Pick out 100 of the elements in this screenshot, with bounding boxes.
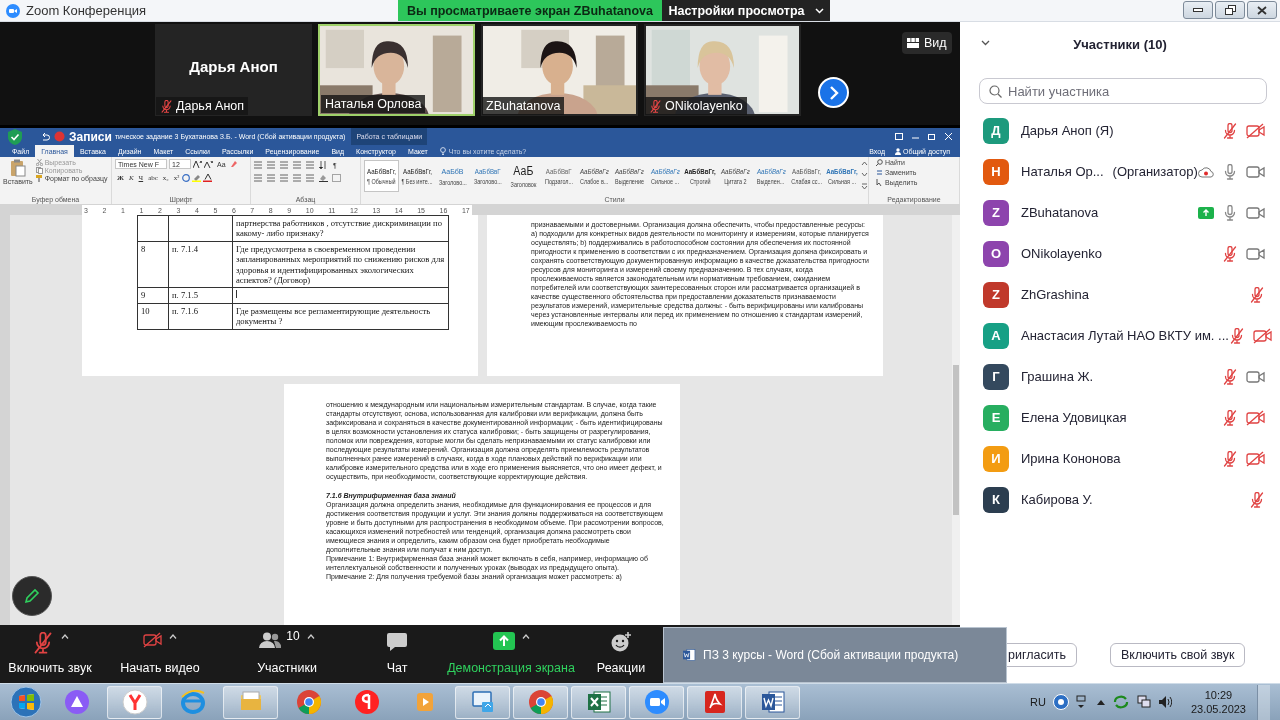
view-button[interactable]: Вид	[902, 32, 952, 54]
avatar: Н	[983, 158, 1009, 185]
name-label: ZBuhatanova	[482, 97, 565, 115]
highlighter-icon	[192, 174, 203, 182]
participant-row[interactable]: O ONikolayenko	[960, 233, 1280, 274]
multilevel-list-icon	[280, 161, 289, 169]
avatar: Z	[983, 281, 1009, 308]
language-indicator[interactable]: RU	[1030, 696, 1046, 708]
shield-icon	[8, 128, 22, 145]
avatar: Г	[983, 363, 1009, 390]
toolbar-button[interactable]: Начать видео	[100, 625, 220, 683]
avatar: Z	[983, 199, 1009, 226]
search-icon	[876, 159, 883, 166]
participant-name: Анастасия Лутай НАО ВКТУ им. ...	[1021, 328, 1229, 343]
keyboard-layout-icon	[1075, 695, 1086, 709]
ribbon-options-icon	[895, 133, 903, 140]
taskbar-button[interactable]	[629, 685, 684, 719]
participant-name: Кабирова У.	[1021, 492, 1093, 507]
chevron-down-icon	[814, 7, 824, 14]
increase-indent-icon	[306, 161, 315, 169]
participant-name: ZhGrashina	[1021, 287, 1089, 302]
toolbar-button[interactable]: Включить звук	[0, 625, 100, 683]
taskbar-button[interactable]	[107, 685, 162, 719]
numbered-list-icon	[267, 161, 276, 169]
person-icon	[894, 147, 901, 155]
taskbar-button[interactable]	[571, 685, 626, 719]
app-icon	[353, 689, 380, 715]
restore-icon	[1224, 5, 1236, 15]
taskbar-button[interactable]	[687, 685, 742, 719]
zoom-logo-icon	[6, 3, 20, 18]
participant-name: Елена Удовицкая	[1021, 410, 1127, 425]
app-icon	[179, 689, 206, 715]
participant-name: Наталья Ор...	[1021, 164, 1104, 179]
justify-icon	[293, 174, 302, 182]
role-label: (Организатор)	[1112, 164, 1198, 179]
panel-button[interactable]: Включить свой звук	[1109, 642, 1246, 667]
avatar: Е	[983, 404, 1009, 431]
taskbar-button[interactable]	[455, 685, 510, 719]
table-cell: партнерства работников , отсутствие дискриминации по какому- либо признаку?	[232, 215, 449, 242]
smiley-plus-icon	[610, 632, 632, 652]
tray-arrow-icon	[1096, 699, 1105, 705]
table-cell: 10	[137, 303, 169, 330]
shrink-font-icon	[204, 160, 213, 168]
avatar: Д	[983, 117, 1009, 144]
avatar: К	[983, 486, 1009, 513]
decrease-indent-icon	[293, 161, 302, 169]
name-label: Дарья Аноп	[156, 97, 249, 115]
participant-row[interactable]: А Анастасия Лутай НАО ВКТУ им. ...	[960, 315, 1280, 356]
next-page-button[interactable]	[818, 77, 849, 108]
restore-button[interactable]	[1215, 1, 1245, 19]
participant-name: Дарья Аноп (Я)	[1021, 123, 1114, 138]
chevron-down-icon	[981, 40, 990, 46]
sync-icon	[1111, 695, 1130, 709]
participant-row[interactable]: Е Елена Удовицкая	[960, 397, 1280, 438]
show-desktop-button[interactable]	[1257, 684, 1270, 720]
table-cell: Где предусмотрена в своевременном проведении запланированных мероприятий по снижению рисков для здоровья и идентифицированных экологических аспектов? (Договор)	[232, 241, 449, 288]
clock-time: 10:29	[1204, 688, 1233, 702]
taskbar-button[interactable]	[513, 685, 568, 719]
toolbar-button[interactable]: Демонстрация экрана	[440, 625, 582, 683]
video-off-icon	[143, 632, 162, 648]
search-field[interactable]: Найти участника	[979, 78, 1267, 104]
close-icon	[1257, 5, 1267, 15]
participant-row[interactable]: К Кабирова У.	[960, 479, 1280, 520]
window-title: Zoom Конференция	[26, 3, 147, 18]
view-settings-button[interactable]: Настройки просмотра	[662, 0, 830, 21]
participant-row[interactable]: Д Дарья Аноп (Я)	[960, 110, 1280, 151]
avatar: O	[983, 240, 1009, 267]
font-color-icon	[203, 174, 214, 182]
toolbar-button[interactable]: Реакции	[582, 625, 660, 683]
document-app-icon	[585, 689, 612, 715]
table-cell: п. 7.1.4	[168, 241, 233, 288]
windows-logo-icon	[10, 686, 42, 718]
window-preview-tooltip[interactable]: ПЗ 3 курсы - Word (Сбой активации продукта)	[663, 627, 1007, 683]
participant-row[interactable]: Z ZhGrashina	[960, 274, 1280, 315]
table-cell: Где размещены все регламентирующие деятельность документы ?	[232, 303, 449, 330]
participant-row[interactable]: Z ZBuhatanova	[960, 192, 1280, 233]
record-dot-icon	[54, 131, 65, 142]
avatar: И	[983, 445, 1009, 472]
toolbar-button[interactable]: 10 Участники	[220, 625, 354, 683]
participant-count: 10	[286, 629, 300, 643]
text-cursor	[236, 290, 237, 299]
participant-row[interactable]: И Ирина Кононова	[960, 438, 1280, 479]
name-label: Наталья Орлова	[321, 95, 426, 113]
align-left-icon	[254, 174, 263, 182]
table-cell: 8	[137, 241, 169, 288]
taskbar-button[interactable]	[745, 685, 800, 719]
participant-name: Грашина Ж.	[1021, 369, 1094, 384]
participant-row[interactable]: Н Наталья Ор... (Организатор)	[960, 151, 1280, 192]
scissors-icon	[35, 159, 43, 166]
pencil-icon	[23, 587, 41, 605]
app-icon	[63, 689, 90, 715]
toolbar-button[interactable]: Чат	[354, 625, 440, 683]
borders-icon	[332, 174, 341, 182]
participant-row[interactable]: Г Грашина Ж.	[960, 356, 1280, 397]
minimize-button[interactable]	[1183, 1, 1213, 19]
sort-icon	[319, 161, 327, 169]
close-button[interactable]	[1247, 1, 1277, 19]
help-icon	[1052, 694, 1069, 710]
document-app-icon	[759, 689, 786, 715]
align-center-icon	[267, 174, 276, 182]
